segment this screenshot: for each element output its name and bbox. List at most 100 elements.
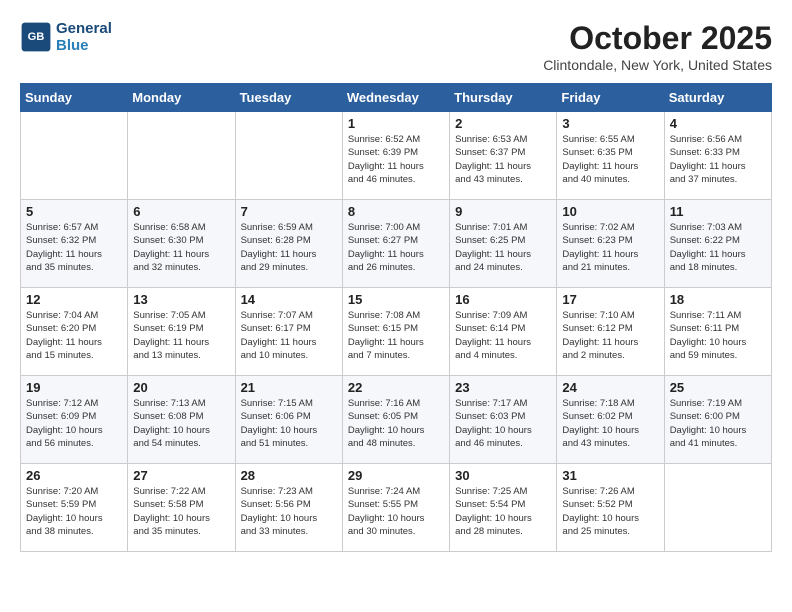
day-number: 20 [133, 380, 229, 395]
day-info: Sunrise: 7:18 AM Sunset: 6:02 PM Dayligh… [562, 397, 658, 450]
day-cell: 29Sunrise: 7:24 AM Sunset: 5:55 PM Dayli… [342, 464, 449, 552]
day-number: 22 [348, 380, 444, 395]
day-number: 15 [348, 292, 444, 307]
day-cell: 18Sunrise: 7:11 AM Sunset: 6:11 PM Dayli… [664, 288, 771, 376]
day-number: 23 [455, 380, 551, 395]
day-info: Sunrise: 7:19 AM Sunset: 6:00 PM Dayligh… [670, 397, 766, 450]
day-info: Sunrise: 7:26 AM Sunset: 5:52 PM Dayligh… [562, 485, 658, 538]
day-number: 25 [670, 380, 766, 395]
day-info: Sunrise: 6:59 AM Sunset: 6:28 PM Dayligh… [241, 221, 337, 274]
week-row-4: 19 Sunrise: 7:12 AM Sunset: 6:09 PM Dayli… [21, 376, 772, 464]
day-info: Sunrise: 7:23 AM Sunset: 5:56 PM Dayligh… [241, 485, 337, 538]
day-number: 21 [241, 380, 337, 395]
weekday-header-thursday: Thursday [450, 84, 557, 112]
day-number: 10 [562, 204, 658, 219]
logo-icon: GB [20, 21, 52, 53]
day-cell: 20Sunrise: 7:13 AM Sunset: 6:08 PM Dayli… [128, 376, 235, 464]
day-cell: 10 Sunrise: 7:02 AM Sunset: 6:23 PM Dayli… [557, 200, 664, 288]
day-info: Sunrise: 7:16 AM Sunset: 6:05 PM Dayligh… [348, 397, 444, 450]
day-cell: 17 Sunrise: 7:10 AM Sunset: 6:12 PM Dayli… [557, 288, 664, 376]
day-info: Sunrise: 6:56 AM Sunset: 6:33 PM Dayligh… [670, 133, 766, 186]
day-info: Sunrise: 6:55 AM Sunset: 6:35 PM Dayligh… [562, 133, 658, 186]
day-number: 26 [26, 468, 122, 483]
day-number: 12 [26, 292, 122, 307]
day-info: Sunrise: 7:25 AM Sunset: 5:54 PM Dayligh… [455, 485, 551, 538]
day-info: Sunrise: 7:10 AM Sunset: 6:12 PM Dayligh… [562, 309, 658, 362]
day-info: Sunrise: 6:57 AM Sunset: 6:32 PM Dayligh… [26, 221, 122, 274]
day-info: Sunrise: 7:11 AM Sunset: 6:11 PM Dayligh… [670, 309, 766, 362]
day-number: 8 [348, 204, 444, 219]
day-cell: 1Sunrise: 6:52 AM Sunset: 6:39 PM Daylig… [342, 112, 449, 200]
day-cell: 26 Sunrise: 7:20 AM Sunset: 5:59 PM Dayli… [21, 464, 128, 552]
day-number: 2 [455, 116, 551, 131]
day-info: Sunrise: 7:05 AM Sunset: 6:19 PM Dayligh… [133, 309, 229, 362]
day-number: 17 [562, 292, 658, 307]
weekday-header-friday: Friday [557, 84, 664, 112]
day-cell [128, 112, 235, 200]
day-cell: 31 Sunrise: 7:26 AM Sunset: 5:52 PM Dayli… [557, 464, 664, 552]
day-cell: 7 Sunrise: 6:59 AM Sunset: 6:28 PM Daylig… [235, 200, 342, 288]
month-title: October 2025 [543, 20, 772, 57]
day-cell: 21 Sunrise: 7:15 AM Sunset: 6:06 PM Dayli… [235, 376, 342, 464]
week-row-1: 1Sunrise: 6:52 AM Sunset: 6:39 PM Daylig… [21, 112, 772, 200]
calendar: SundayMondayTuesdayWednesdayThursdayFrid… [20, 83, 772, 552]
day-cell: 12 Sunrise: 7:04 AM Sunset: 6:20 PM Dayli… [21, 288, 128, 376]
day-number: 24 [562, 380, 658, 395]
day-number: 30 [455, 468, 551, 483]
day-cell [235, 112, 342, 200]
day-cell: 8 Sunrise: 7:00 AM Sunset: 6:27 PM Daylig… [342, 200, 449, 288]
day-cell: 9Sunrise: 7:01 AM Sunset: 6:25 PM Daylig… [450, 200, 557, 288]
logo: GB General Blue [20, 20, 112, 54]
day-cell: 22 Sunrise: 7:16 AM Sunset: 6:05 PM Dayli… [342, 376, 449, 464]
page-header: GB General Blue October 2025 Clintondale… [20, 20, 772, 73]
weekday-header-saturday: Saturday [664, 84, 771, 112]
day-cell: 16 Sunrise: 7:09 AM Sunset: 6:14 PM Dayli… [450, 288, 557, 376]
day-info: Sunrise: 7:20 AM Sunset: 5:59 PM Dayligh… [26, 485, 122, 538]
location: Clintondale, New York, United States [543, 57, 772, 73]
day-number: 13 [133, 292, 229, 307]
day-cell: 25 Sunrise: 7:19 AM Sunset: 6:00 PM Dayli… [664, 376, 771, 464]
day-number: 14 [241, 292, 337, 307]
day-info: Sunrise: 7:08 AM Sunset: 6:15 PM Dayligh… [348, 309, 444, 362]
day-info: Sunrise: 7:09 AM Sunset: 6:14 PM Dayligh… [455, 309, 551, 362]
day-cell: 3 Sunrise: 6:55 AM Sunset: 6:35 PM Daylig… [557, 112, 664, 200]
day-cell: 30 Sunrise: 7:25 AM Sunset: 5:54 PM Dayli… [450, 464, 557, 552]
day-cell: 23Sunrise: 7:17 AM Sunset: 6:03 PM Dayli… [450, 376, 557, 464]
weekday-header-monday: Monday [128, 84, 235, 112]
day-cell: 28 Sunrise: 7:23 AM Sunset: 5:56 PM Dayli… [235, 464, 342, 552]
day-number: 28 [241, 468, 337, 483]
day-info: Sunrise: 7:07 AM Sunset: 6:17 PM Dayligh… [241, 309, 337, 362]
day-cell: 5 Sunrise: 6:57 AM Sunset: 6:32 PM Daylig… [21, 200, 128, 288]
day-cell: 27Sunrise: 7:22 AM Sunset: 5:58 PM Dayli… [128, 464, 235, 552]
day-number: 7 [241, 204, 337, 219]
day-number: 19 [26, 380, 122, 395]
week-row-3: 12 Sunrise: 7:04 AM Sunset: 6:20 PM Dayli… [21, 288, 772, 376]
logo-line1: General [56, 20, 112, 37]
day-cell: 13 Sunrise: 7:05 AM Sunset: 6:19 PM Dayli… [128, 288, 235, 376]
weekday-header-row: SundayMondayTuesdayWednesdayThursdayFrid… [21, 84, 772, 112]
week-row-2: 5 Sunrise: 6:57 AM Sunset: 6:32 PM Daylig… [21, 200, 772, 288]
day-cell: 24 Sunrise: 7:18 AM Sunset: 6:02 PM Dayli… [557, 376, 664, 464]
day-cell: 6Sunrise: 6:58 AM Sunset: 6:30 PM Daylig… [128, 200, 235, 288]
day-number: 16 [455, 292, 551, 307]
day-info: Sunrise: 6:52 AM Sunset: 6:39 PM Dayligh… [348, 133, 444, 186]
svg-text:GB: GB [28, 31, 45, 43]
day-number: 11 [670, 204, 766, 219]
day-number: 31 [562, 468, 658, 483]
day-cell: 2Sunrise: 6:53 AM Sunset: 6:37 PM Daylig… [450, 112, 557, 200]
day-number: 3 [562, 116, 658, 131]
day-number: 4 [670, 116, 766, 131]
day-cell: 15 Sunrise: 7:08 AM Sunset: 6:15 PM Dayli… [342, 288, 449, 376]
day-number: 5 [26, 204, 122, 219]
day-info: Sunrise: 7:12 AM Sunset: 6:09 PM Dayligh… [26, 397, 122, 450]
day-cell: 19 Sunrise: 7:12 AM Sunset: 6:09 PM Dayli… [21, 376, 128, 464]
day-cell [21, 112, 128, 200]
day-info: Sunrise: 7:00 AM Sunset: 6:27 PM Dayligh… [348, 221, 444, 274]
title-block: October 2025 Clintondale, New York, Unit… [543, 20, 772, 73]
day-info: Sunrise: 7:24 AM Sunset: 5:55 PM Dayligh… [348, 485, 444, 538]
weekday-header-tuesday: Tuesday [235, 84, 342, 112]
day-info: Sunrise: 7:02 AM Sunset: 6:23 PM Dayligh… [562, 221, 658, 274]
day-info: Sunrise: 7:03 AM Sunset: 6:22 PM Dayligh… [670, 221, 766, 274]
day-info: Sunrise: 7:15 AM Sunset: 6:06 PM Dayligh… [241, 397, 337, 450]
day-info: Sunrise: 7:04 AM Sunset: 6:20 PM Dayligh… [26, 309, 122, 362]
